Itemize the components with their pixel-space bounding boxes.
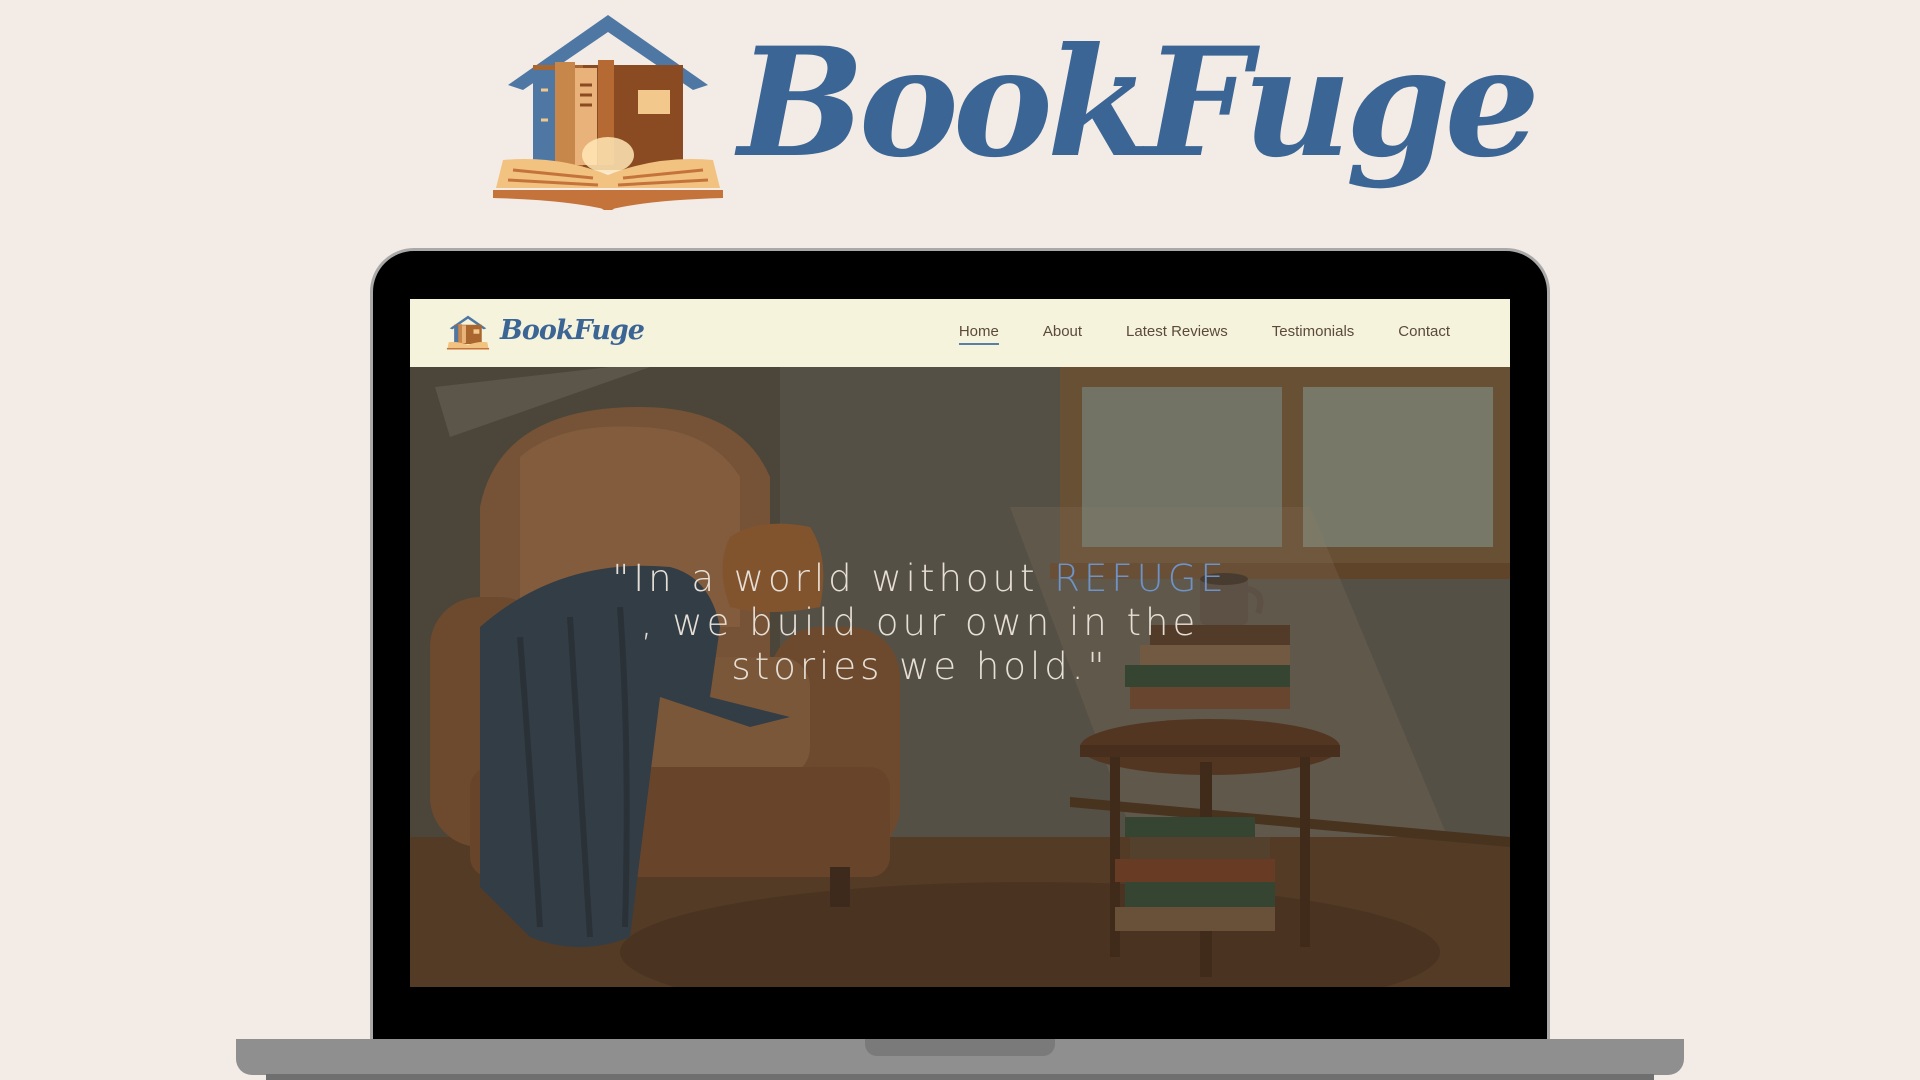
nav-about-link[interactable]: About (1043, 323, 1082, 345)
hero-section: "In a world without REFUGE , we build ou… (410, 367, 1510, 987)
site-brand[interactable]: BookFuge (500, 313, 645, 349)
laptop-foot (266, 1074, 1654, 1080)
brand-wordmark: BookFuge (738, 15, 1540, 191)
site-navbar: BookFuge Home About Latest Reviews Testi… (410, 299, 1510, 367)
bookfuge-house-book-icon[interactable] (446, 313, 490, 353)
laptop-screen: BookFuge Home About Latest Reviews Testi… (410, 299, 1510, 987)
nav-latest-reviews-link[interactable]: Latest Reviews (1126, 323, 1228, 345)
nav-contact-link[interactable]: Contact (1398, 323, 1450, 345)
nav-links: Home About Latest Reviews Testimonials C… (958, 323, 1450, 345)
quote-before: "In a world without (612, 557, 1055, 600)
nav-home-link[interactable]: Home (958, 323, 999, 345)
bookfuge-house-book-icon (493, 15, 723, 210)
quote-after: , we build our own in the stories we hol… (640, 601, 1200, 688)
hero-quote: "In a world without REFUGE , we build ou… (600, 557, 1240, 689)
laptop-notch (865, 1039, 1055, 1056)
nav-testimonials-link[interactable]: Testimonials (1272, 323, 1355, 345)
quote-highlight: REFUGE (1054, 557, 1228, 600)
